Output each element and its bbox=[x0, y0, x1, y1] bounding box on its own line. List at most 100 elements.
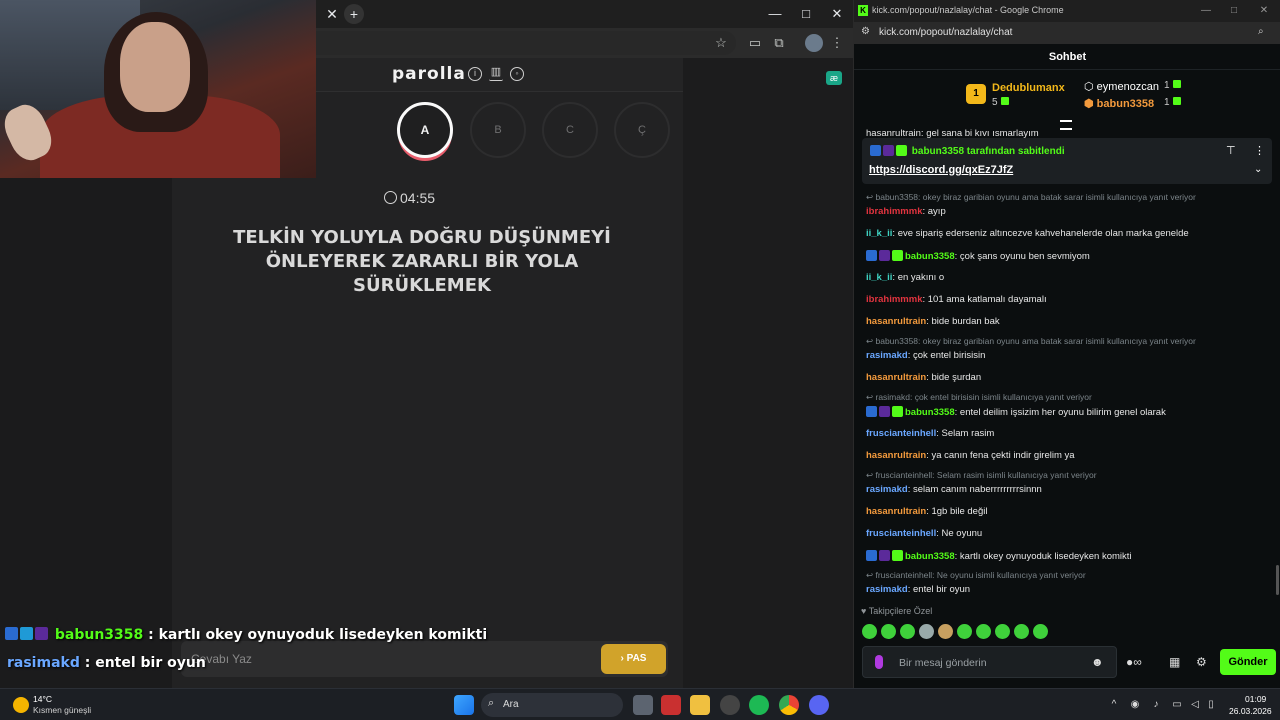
network-icon[interactable]: ▭ bbox=[1171, 699, 1183, 711]
app-p-icon[interactable] bbox=[661, 695, 681, 715]
emote-icon[interactable] bbox=[957, 624, 972, 639]
emote-icon[interactable] bbox=[1033, 624, 1048, 639]
letter-c-circle: C bbox=[542, 102, 598, 158]
chat-window-minimize-button[interactable]: — bbox=[1194, 1, 1218, 21]
volume-icon[interactable]: ◁ bbox=[1189, 699, 1201, 711]
chat-username[interactable]: ibrahimmmk bbox=[866, 294, 923, 305]
microphone-icon[interactable] bbox=[875, 655, 883, 669]
chat-username[interactable]: rasimakd bbox=[866, 484, 908, 495]
microphone-tray-icon[interactable]: ♪ bbox=[1150, 699, 1162, 711]
spotify-icon[interactable] bbox=[749, 695, 769, 715]
chat-window-close-button[interactable]: ✕ bbox=[1252, 1, 1276, 21]
emote-icon[interactable] bbox=[862, 624, 877, 639]
gift-icon bbox=[1172, 97, 1181, 105]
chat-username[interactable]: hasanrultrain bbox=[866, 450, 926, 461]
emoji-icon[interactable]: ☻ bbox=[1091, 655, 1104, 669]
game-browser-window: ✕ + — □ ✕ ☆ ▭ ⧉ ⋮ parolla i ▥ ◦ A B C Ç … bbox=[172, 0, 853, 688]
chat-scrollbar[interactable] bbox=[1276, 565, 1279, 595]
emote-icon[interactable] bbox=[881, 624, 896, 639]
extension-badge-icon[interactable]: æ bbox=[826, 71, 842, 85]
emote-icon[interactable] bbox=[995, 624, 1010, 639]
clock-date[interactable]: 26.03.2026 bbox=[1229, 706, 1272, 716]
bookmark-star-icon[interactable]: ☆ bbox=[712, 34, 730, 52]
weather-temperature[interactable]: 14°C bbox=[33, 694, 52, 704]
chat-message-input[interactable] bbox=[899, 655, 1079, 671]
taskbar-search[interactable]: ⌕ Ara bbox=[481, 693, 623, 717]
chat-username[interactable]: ii_k_ii bbox=[866, 228, 892, 239]
chat-username[interactable]: hasanrultrain bbox=[866, 372, 926, 383]
browser-menu-icon[interactable]: ⋮ bbox=[828, 34, 846, 52]
clock-time[interactable]: 01:09 bbox=[1245, 694, 1266, 704]
task-view-icon[interactable] bbox=[633, 695, 653, 715]
chat-settings-icon[interactable]: ⚙ bbox=[1196, 655, 1207, 669]
translate-icon[interactable]: ▭ bbox=[746, 34, 764, 52]
chat-window-maximize-button[interactable]: □ bbox=[1222, 1, 1246, 21]
address-bar[interactable] bbox=[316, 31, 736, 55]
file-explorer-icon[interactable] bbox=[690, 695, 710, 715]
info-icon[interactable]: i bbox=[468, 67, 482, 81]
window-maximize-button[interactable]: □ bbox=[794, 4, 818, 24]
leaderboard-name[interactable]: Dedublumanx bbox=[992, 82, 1065, 94]
emote-icon[interactable] bbox=[938, 624, 953, 639]
chevron-down-icon[interactable]: ⌄ bbox=[1254, 164, 1262, 175]
moderator-badge-icon bbox=[866, 250, 877, 261]
emote-icon[interactable] bbox=[900, 624, 915, 639]
answer-input[interactable] bbox=[191, 649, 571, 669]
start-windows-icon[interactable] bbox=[454, 695, 474, 715]
window-close-button[interactable]: ✕ bbox=[825, 4, 849, 24]
chat-url-bar[interactable]: ⚙ kick.com/popout/nazlalay/chat ⌕ bbox=[854, 22, 1280, 44]
followers-only-label: ♥ Takipçilere Özel bbox=[861, 606, 933, 616]
chat-username[interactable]: ibrahimmmk bbox=[866, 206, 923, 217]
tab-close-icon[interactable]: ✕ bbox=[322, 4, 342, 24]
pass-label: PAS bbox=[626, 653, 647, 664]
gift-icon bbox=[1000, 97, 1009, 105]
chrome-icon[interactable] bbox=[779, 695, 799, 715]
leaderboard-name[interactable]: ⬢ babun3358 bbox=[1084, 97, 1154, 110]
chat-username[interactable]: hasanrultrain bbox=[866, 506, 926, 517]
chat-username[interactable]: babun3358 bbox=[905, 551, 955, 562]
chat-username[interactable]: hasanrultrain bbox=[866, 316, 926, 327]
zoom-icon[interactable]: ⌕ bbox=[1258, 26, 1264, 37]
emote-icon[interactable] bbox=[976, 624, 991, 639]
weather-description[interactable]: Kısmen güneşli bbox=[33, 705, 91, 715]
emote-icon[interactable] bbox=[1014, 624, 1029, 639]
rank-one-badge: 1 bbox=[966, 84, 986, 104]
new-tab-icon[interactable]: + bbox=[344, 4, 364, 24]
chat-rewards-icon[interactable]: ●∞ bbox=[1126, 655, 1142, 669]
emote-bar bbox=[862, 624, 1052, 640]
send-button[interactable]: Gönder bbox=[1220, 649, 1276, 675]
chat-url: kick.com/popout/nazlalay/chat bbox=[879, 27, 1013, 38]
pinned-by-line: babun3358 tarafından sabitlendi bbox=[870, 145, 1065, 157]
discord-icon[interactable] bbox=[809, 695, 829, 715]
profile-avatar-icon[interactable] bbox=[805, 34, 823, 52]
chat-username[interactable]: babun3358 bbox=[905, 407, 955, 418]
taskbar: 14°C Kısmen güneşli ⌕ Ara ^ ◉ ♪ ▭ ◁ ▯ 01… bbox=[0, 688, 1280, 720]
chat-username[interactable]: rasimakd bbox=[866, 350, 908, 361]
chat-username[interactable]: fruscianteinhell bbox=[866, 528, 936, 539]
weather-sun-icon[interactable] bbox=[13, 697, 29, 713]
pass-button[interactable]: › PAS bbox=[601, 644, 666, 674]
chat-username[interactable]: ii_k_ii bbox=[866, 272, 892, 283]
tray-overflow-icon[interactable]: ^ bbox=[1108, 699, 1120, 711]
emote-icon[interactable] bbox=[919, 624, 934, 639]
steam-icon[interactable]: ◉ bbox=[1129, 699, 1141, 711]
pinned-discord-link[interactable]: https://discord.gg/qxEz7JfZ bbox=[869, 164, 1013, 176]
app-icon[interactable] bbox=[720, 695, 740, 715]
chat-username[interactable]: rasimakd bbox=[866, 584, 908, 595]
letter-cc-circle: Ç bbox=[614, 102, 670, 158]
site-settings-icon[interactable]: ⚙ bbox=[861, 26, 870, 37]
parolla-logo[interactable]: parolla bbox=[392, 64, 466, 84]
chat-username[interactable]: fruscianteinhell bbox=[866, 428, 936, 439]
leaderboard-name[interactable]: ⬡ eymenozcan bbox=[1084, 80, 1159, 93]
pinned-menu-icon[interactable]: ⋮ bbox=[1254, 144, 1265, 157]
stats-icon[interactable]: ▥ bbox=[489, 67, 503, 81]
chat-username[interactable]: babun3358 bbox=[905, 251, 955, 262]
extensions-icon[interactable]: ⧉ bbox=[770, 34, 788, 52]
chat-text: : çok entel birisisin bbox=[907, 350, 986, 361]
clock-icon bbox=[384, 191, 397, 204]
pin-icon[interactable]: ⊤ bbox=[1226, 144, 1236, 157]
store-icon[interactable]: ▦ bbox=[1169, 655, 1180, 669]
account-icon[interactable]: ◦ bbox=[510, 67, 524, 81]
window-minimize-button[interactable]: — bbox=[763, 4, 787, 24]
battery-icon[interactable]: ▯ bbox=[1205, 699, 1217, 711]
